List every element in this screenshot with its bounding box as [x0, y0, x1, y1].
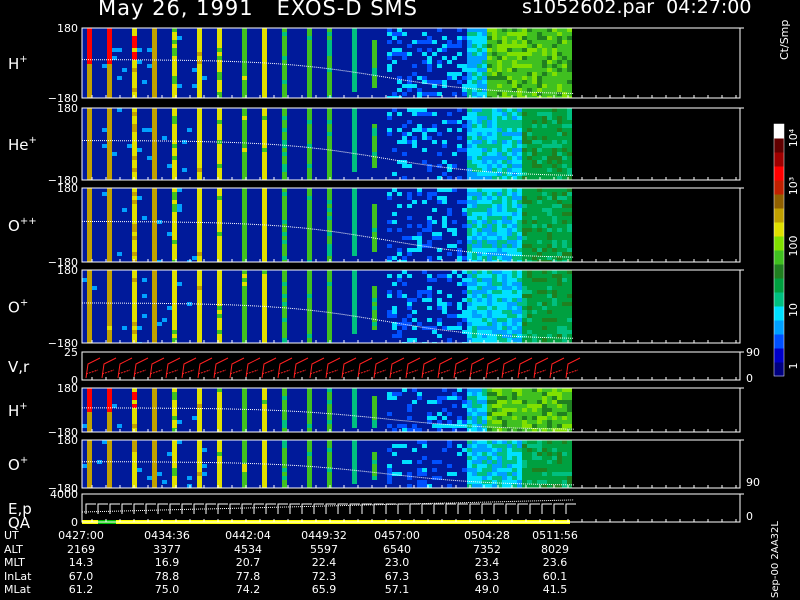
panel-5-y2tick-0: 90 [746, 346, 760, 359]
orbit-value: 75.0 [154, 583, 180, 596]
panel-2-ytick-top: 180 [57, 102, 78, 115]
colorbar-segment [774, 348, 784, 363]
orbit-value: 22.4 [311, 556, 337, 569]
panel-1-ytick-top: 180 [57, 22, 78, 35]
panel-4-ytick-top: 180 [57, 264, 78, 277]
colorbar-segment [774, 166, 784, 181]
panel-2-label: He+ [8, 135, 37, 154]
panel-7-heatmap [82, 440, 572, 488]
orbit-value: 23.0 [384, 556, 410, 569]
orbit-value: 0457:00 [374, 529, 420, 542]
colorbar-tick-label: 1 [787, 363, 800, 370]
footer-vertical-text: Sep-00 2AA32L [770, 521, 781, 598]
orbit-value: 3377 [153, 542, 181, 556]
panel-3-heatmap [82, 188, 572, 262]
colorbar-tick-label: 10⁴ [787, 128, 800, 147]
panel-6-ytick-top: 180 [57, 382, 78, 395]
colorbar-segment [774, 194, 784, 209]
colorbar-segment [774, 278, 784, 293]
orbit-value: 63.3 [474, 569, 500, 583]
panel-3-label: O++ [8, 216, 37, 235]
panel-8-ytick-bottom: 0 [71, 516, 78, 529]
panel-7-ytick-top: 180 [57, 434, 78, 447]
panel-5-y2tick-1: 0 [746, 372, 753, 385]
orbit-row-label: UT [4, 529, 19, 542]
orbit-value: 74.2 [235, 583, 261, 596]
panel-8-y2tick-0: 0 [746, 510, 753, 523]
orbit-value: 0511:56 [532, 529, 578, 542]
orbit-value: 4534 [234, 542, 262, 556]
orbit-row-label: MLT [4, 556, 25, 569]
panel-4-heatmap [82, 270, 572, 343]
orbit-value: 61.2 [68, 583, 94, 596]
panel-6-heatmap [82, 388, 572, 432]
orbit-value: 23.6 [542, 556, 568, 569]
colorbar-segment [774, 320, 784, 335]
orbit-value: 20.7 [235, 556, 261, 569]
orbit-row-label: ALT [4, 542, 23, 556]
colorbar-segment [774, 362, 784, 377]
colorbar-tick-label: 10 [787, 303, 800, 317]
panel-2-heatmap [82, 108, 572, 180]
panel-8-ytick-top: 4000 [50, 488, 78, 501]
orbit-value: 67.0 [68, 569, 94, 583]
orbit-value: 0434:36 [144, 529, 190, 542]
orbit-value: 2169 [67, 542, 95, 556]
panel-6-label: H+ [8, 401, 28, 420]
colorbar-segment [774, 264, 784, 279]
orbit-value: 7352 [473, 542, 501, 556]
panel-5-label: V,r [8, 358, 30, 376]
panel-3-ytick-top: 180 [57, 182, 78, 195]
colorbar-segment [774, 180, 784, 195]
colorbar-tick-label: 10³ [787, 177, 800, 195]
panel-8-background [82, 494, 740, 522]
orbit-value: 60.1 [542, 569, 568, 583]
orbit-row-label: MLat [4, 583, 31, 596]
orbit-value: 67.3 [384, 569, 410, 583]
colorbar-segment [774, 306, 784, 321]
colorbar-segment [774, 250, 784, 265]
colorbar-segment [774, 124, 784, 139]
orbit-value: 14.3 [68, 556, 94, 569]
colorbar-segment [774, 152, 784, 167]
orbit-value: 0427:00 [58, 529, 104, 542]
panel-4-label: O+ [8, 298, 28, 317]
panel-1-heatmap [82, 28, 572, 98]
orbit-value: 65.9 [311, 583, 337, 596]
orbit-value: 72.3 [311, 569, 337, 583]
panel-7-label: O+ [8, 455, 28, 474]
orbit-value: 77.8 [235, 569, 261, 583]
orbit-value: 0442:04 [225, 529, 271, 542]
orbit-row-label: InLat [4, 569, 32, 583]
orbit-value: 57.1 [384, 583, 410, 596]
orbit-value: 5597 [310, 542, 338, 556]
colorbar-segment [774, 236, 784, 251]
orbit-value: 6540 [383, 542, 411, 556]
panel-5-background [82, 352, 740, 380]
orbit-value: 16.9 [154, 556, 180, 569]
orbit-value: 49.0 [474, 583, 500, 596]
colorbar-segment [774, 138, 784, 153]
orbit-value: 41.5 [542, 583, 568, 596]
orbit-value: 8029 [541, 542, 569, 556]
panel-1-label: H+ [8, 54, 28, 73]
orbit-value: 0449:32 [301, 529, 347, 542]
orbit-value: 23.4 [474, 556, 500, 569]
colorbar-tick-label: 100 [787, 236, 800, 257]
colorbar-segment [774, 208, 784, 223]
orbit-value: 78.8 [154, 569, 180, 583]
colorbar-segment [774, 222, 784, 237]
orbit-value: 0504:28 [464, 529, 510, 542]
colorbar-segment [774, 292, 784, 307]
panel-7-y2tick-0: 90 [746, 476, 760, 489]
colorbar-segment [774, 334, 784, 349]
panel-5-ytick-top: 25 [64, 346, 78, 359]
spectrogram-panels: H+180−180He+180−180O++180−180O+180−180V,… [8, 22, 800, 532]
colorbar-title: Ct/Smp [778, 19, 791, 60]
